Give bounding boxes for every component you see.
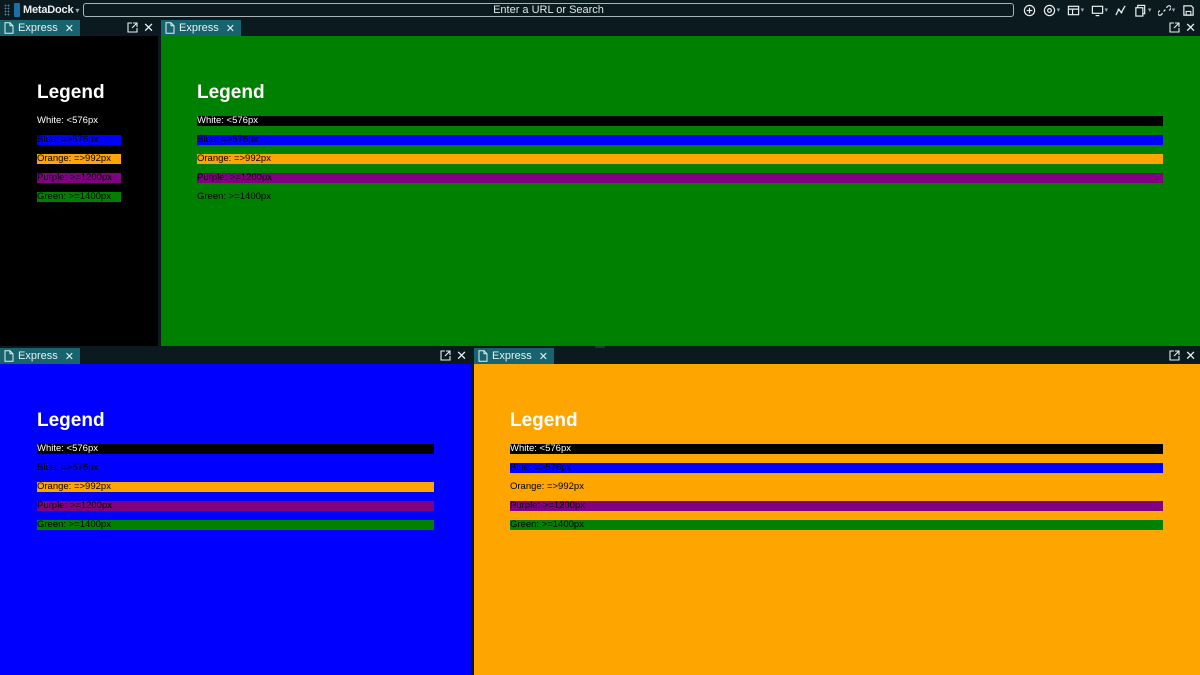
legend-row-white: White: <576px [197, 116, 1163, 126]
legend-row-orange: Orange: =>992px [37, 154, 121, 164]
tab-express[interactable]: Express ✕ [474, 348, 554, 364]
legend-row-white: White: <576px [510, 444, 1163, 454]
panel-content: Legend White: <576px Blue: =>576px Orang… [0, 364, 471, 675]
legend-row-green: Green: >=1400px [37, 192, 121, 202]
drag-grip-icon [4, 4, 10, 16]
add-circle-icon [1023, 4, 1036, 16]
chevron-down-icon: ▾ [1171, 7, 1176, 14]
legend-row-purple: Purple: >=1200px [197, 173, 1163, 183]
link-button[interactable]: ▾ [1157, 2, 1176, 18]
panel-bottom-right: Express ✕ ✕ Legend White: <576px Blue: =… [474, 348, 1200, 675]
panel-controls: ✕ [127, 21, 154, 34]
panel-header: Express ✕ ✕ [161, 20, 1200, 36]
legend-row-blue: Blue: =>576px [37, 462, 99, 473]
tab-label: Express [179, 22, 219, 34]
graph-button[interactable] [1114, 2, 1127, 18]
document-icon [4, 350, 14, 362]
legend-row-purple: Purple: >=1200px [37, 173, 121, 183]
legend-title: Legend [37, 82, 105, 103]
display-button[interactable]: ▾ [1091, 2, 1109, 18]
popout-icon[interactable] [1169, 22, 1180, 33]
chevron-down-icon: ▾ [1147, 7, 1152, 14]
copy-icon [1135, 4, 1146, 17]
popout-icon[interactable] [1169, 350, 1180, 361]
chevron-down-icon: ▾ [1104, 7, 1109, 14]
url-placeholder: Enter a URL or Search [493, 4, 604, 16]
tab-express[interactable]: Express ✕ [0, 20, 80, 36]
chevron-down-icon: ▾ [1080, 7, 1085, 14]
document-icon [4, 22, 14, 34]
graph-icon [1115, 5, 1127, 15]
link-icon [1157, 4, 1171, 16]
popout-icon[interactable] [127, 22, 138, 33]
legend-row-blue: Blue: =>576px [510, 463, 1163, 473]
panel-bottom-left: Express ✕ ✕ Legend White: <576px Blue: =… [0, 348, 471, 675]
legend-row-orange: Orange: =>992px [510, 481, 584, 492]
save-icon [1182, 4, 1194, 16]
monitor-icon [1091, 5, 1103, 16]
brand-menu[interactable]: MetaDock ▾ [0, 0, 82, 20]
legend-row-white: White: <576px [37, 115, 98, 126]
legend-row-white: White: <576px [37, 444, 434, 454]
tab-express[interactable]: Express ✕ [0, 348, 80, 364]
legend-title: Legend [37, 410, 105, 431]
close-panel-icon[interactable]: ✕ [456, 349, 467, 362]
panel-controls: ✕ [1169, 21, 1196, 34]
tab-label: Express [18, 22, 58, 34]
legend-row-green: Green: >=1400px [510, 520, 1163, 530]
layout-button[interactable]: ▾ [1067, 2, 1085, 18]
legend-row-purple: Purple: >=1200px [510, 501, 1163, 511]
close-tab-icon[interactable]: ✕ [65, 350, 74, 363]
panel-content: Legend White: <576px Blue: =>576px Orang… [161, 36, 1200, 346]
chevron-down-icon: ▾ [75, 5, 80, 15]
document-icon [165, 22, 175, 34]
legend-row-green: Green: >=1400px [197, 191, 271, 202]
panel-content: Legend White: <576px Blue: =>576px Orang… [0, 36, 158, 346]
document-icon [478, 350, 488, 362]
panel-top-right: Express ✕ ✕ Legend White: <576px Blue: =… [161, 20, 1200, 346]
tab-express[interactable]: Express ✕ [161, 20, 241, 36]
account-button[interactable]: ▾ [1043, 2, 1061, 18]
app-name: MetaDock [23, 4, 74, 16]
close-tab-icon[interactable]: ✕ [226, 22, 235, 35]
panel-header: Express ✕ ✕ [474, 348, 1200, 364]
close-panel-icon[interactable]: ✕ [1185, 349, 1196, 362]
toolbar-icons: ▾ ▾ ▾ ▾ ▾ [1018, 0, 1200, 20]
panel-controls: ✕ [1169, 349, 1196, 362]
add-button[interactable] [1023, 2, 1036, 18]
legend-row-blue: Blue: =>576px [197, 135, 1163, 145]
legend-row-green: Green: >=1400px [37, 520, 434, 530]
chevron-down-icon: ▾ [1056, 7, 1061, 14]
tab-label: Express [18, 350, 58, 362]
metadock-logo-icon [14, 3, 20, 17]
top-bar: MetaDock ▾ Enter a URL or Search ▾ ▾ ▾ ▾ [0, 0, 1200, 20]
save-button[interactable] [1182, 2, 1195, 18]
panel-header: Express ✕ ✕ [0, 20, 158, 36]
legend-title: Legend [197, 82, 265, 103]
copy-button[interactable]: ▾ [1134, 2, 1152, 18]
layout-icon [1067, 5, 1079, 15]
tab-label: Express [492, 350, 532, 362]
legend-row-orange: Orange: =>992px [37, 482, 434, 492]
legend-title: Legend [510, 410, 578, 431]
panel-content: Legend White: <576px Blue: =>576px Orang… [474, 364, 1200, 675]
panel-header: Express ✕ ✕ [0, 348, 471, 364]
popout-icon[interactable] [440, 350, 451, 361]
legend-row-purple: Purple: >=1200px [37, 501, 434, 511]
at-sign-icon [1043, 4, 1055, 16]
close-panel-icon[interactable]: ✕ [143, 21, 154, 34]
url-search-input[interactable]: Enter a URL or Search [83, 3, 1014, 17]
close-panel-icon[interactable]: ✕ [1185, 21, 1196, 34]
panel-top-left: Express ✕ ✕ Legend White: <576px Blue: =… [0, 20, 158, 346]
close-tab-icon[interactable]: ✕ [539, 350, 548, 363]
close-tab-icon[interactable]: ✕ [65, 22, 74, 35]
legend-row-blue: Blue: =>576px [37, 135, 121, 145]
legend-row-orange: Orange: =>992px [197, 154, 1163, 164]
panel-controls: ✕ [440, 349, 467, 362]
